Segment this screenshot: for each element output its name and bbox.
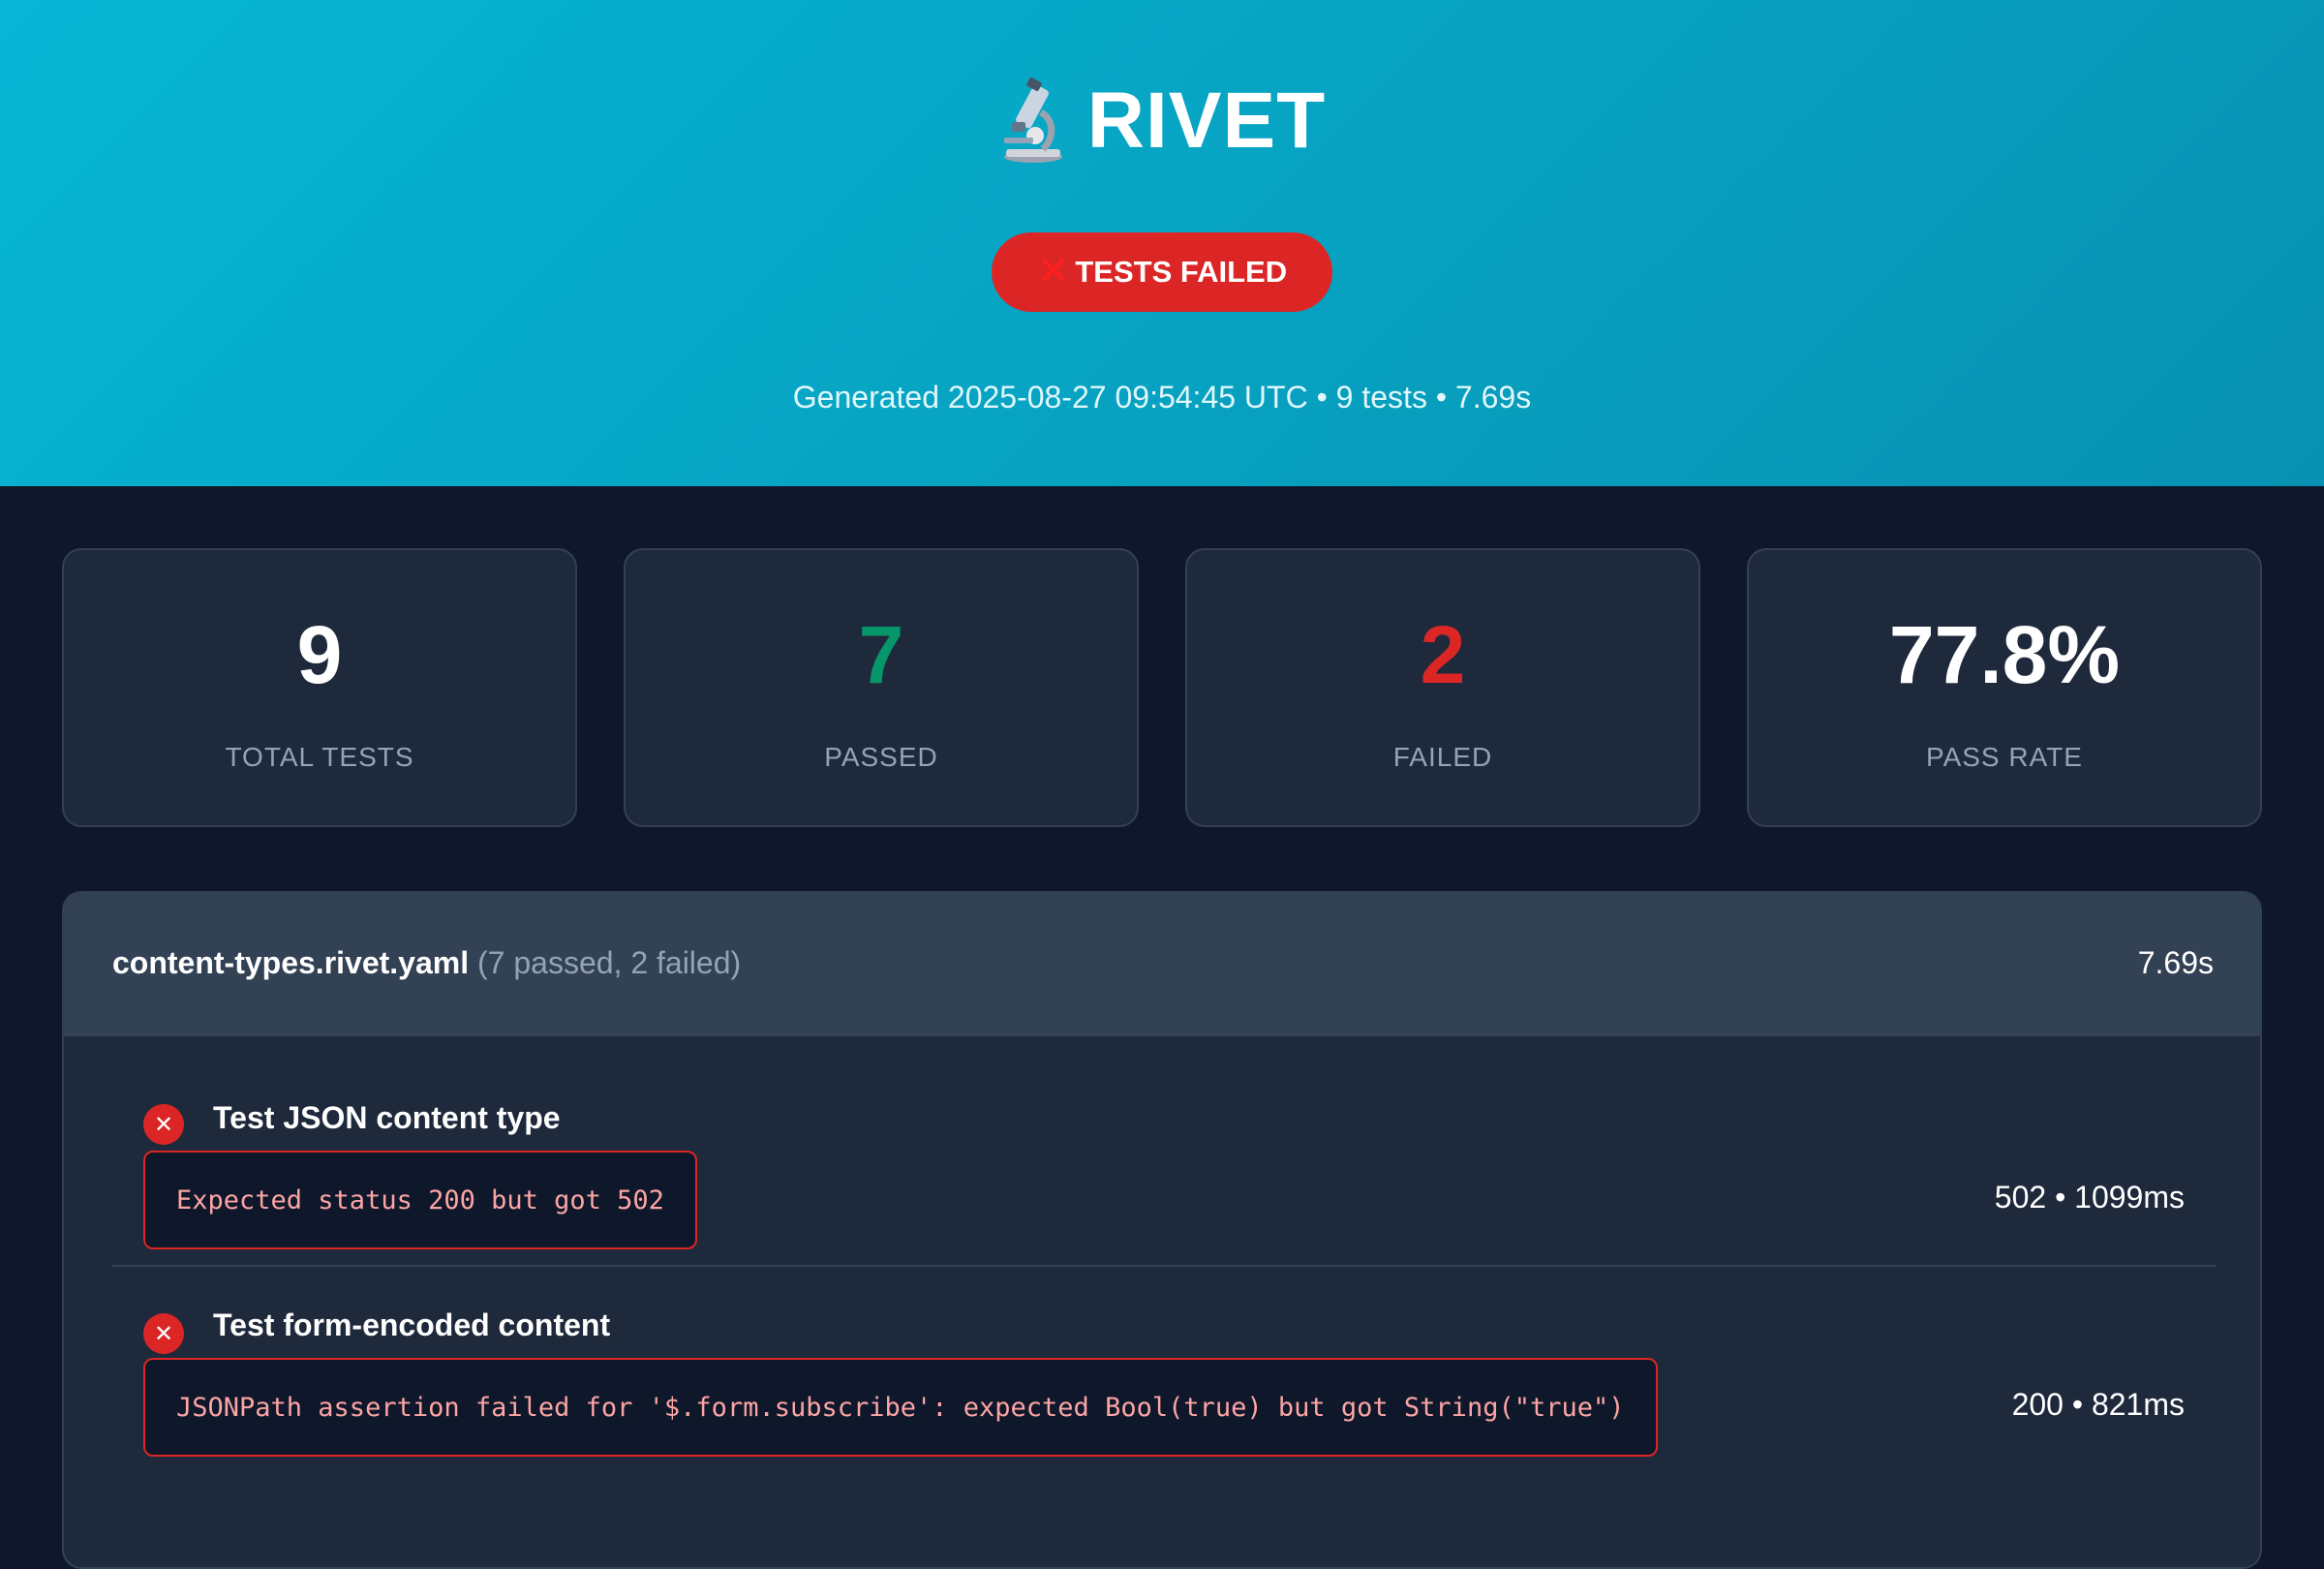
stat-card-pass-rate: 77.8% PASS RATE xyxy=(1747,548,2262,827)
fail-icon: ✕ xyxy=(143,1104,184,1145)
stat-value: 77.8% xyxy=(1888,609,2121,700)
status-badge: ✕ TESTS FAILED xyxy=(992,232,1332,312)
test-meta: 200 • 821ms xyxy=(2011,1387,2185,1422)
stat-label: PASS RATE xyxy=(1925,742,2083,772)
stat-value: 7 xyxy=(858,609,904,700)
stat-card-passed: 7 PASSED xyxy=(624,548,1139,827)
error-message: Expected status 200 but got 502 xyxy=(143,1151,697,1249)
stat-label: PASSED xyxy=(824,742,938,772)
stat-card-failed: 2 FAILED xyxy=(1185,548,1700,827)
test-meta: 502 • 1099ms xyxy=(1994,1180,2185,1215)
test-row: ✕ Test form-encoded content JSONPath ass… xyxy=(112,1269,2216,1521)
test-name: Test JSON content type xyxy=(213,1100,561,1135)
stat-value: 9 xyxy=(296,609,343,700)
test-name: Test form-encoded content xyxy=(213,1308,611,1342)
test-row: ✕ Test JSON content type Expected status… xyxy=(112,1087,2216,1267)
stat-card-total: 9 TOTAL TESTS xyxy=(62,548,577,827)
suite-header[interactable]: content-types.rivet.yaml (7 passed, 2 fa… xyxy=(64,893,2260,1036)
test-suite: content-types.rivet.yaml (7 passed, 2 fa… xyxy=(62,891,2262,1569)
app-title: RIVET xyxy=(1086,77,1327,165)
error-message: JSONPath assertion failed for '$.form.su… xyxy=(143,1358,1658,1457)
report-title: RIVET xyxy=(0,76,2324,167)
summary-stats: 9 TOTAL TESTS 7 PASSED 2 FAILED 77.8% PA… xyxy=(62,548,2262,827)
stat-value: 2 xyxy=(1420,609,1466,700)
stat-label: TOTAL TESTS xyxy=(225,742,414,772)
cross-icon: ✕ xyxy=(1036,250,1070,292)
stat-label: FAILED xyxy=(1392,742,1493,772)
fail-icon: ✕ xyxy=(143,1313,184,1354)
suite-name: content-types.rivet.yaml (7 passed, 2 fa… xyxy=(112,945,741,981)
suite-counts: (7 passed, 2 failed) xyxy=(477,945,742,980)
microscope-icon xyxy=(1003,77,1062,163)
status-badge-label: TESTS FAILED xyxy=(1075,255,1288,289)
report-meta: Generated 2025-08-27 09:54:45 UTC • 9 te… xyxy=(792,380,1532,415)
suite-file-name: content-types.rivet.yaml xyxy=(112,945,470,980)
report-header: RIVET ✕ TESTS FAILED Generated 2025-08-2… xyxy=(0,0,2324,486)
suite-duration: 7.69s xyxy=(2137,945,2214,980)
